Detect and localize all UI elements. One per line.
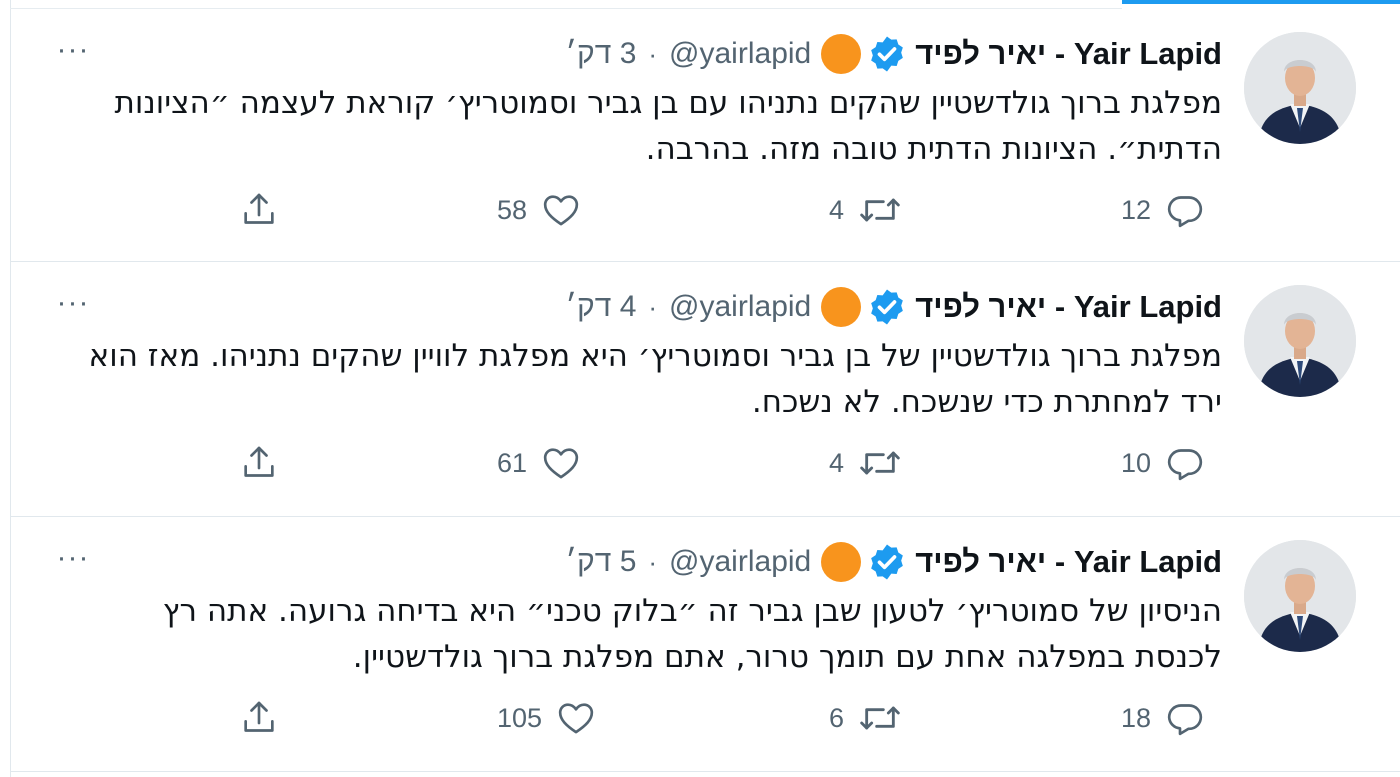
retweet-button[interactable]: 6 (829, 696, 902, 740)
affiliation-badge-icon (821, 542, 862, 582)
tweet[interactable]: יאיר לפיד - Yair Lapid @yairlapid · 5 דק… (11, 518, 1400, 772)
tweet-actions: 18 6 105 (11, 696, 1400, 740)
share-icon (244, 193, 274, 224)
affiliation-badge-icon (821, 34, 862, 74)
like-count: 105 (497, 702, 543, 733)
reply-count: 12 (1121, 194, 1152, 225)
reply-count: 18 (1121, 702, 1152, 733)
avatar-portrait-image (1244, 540, 1356, 652)
share-button[interactable] (239, 188, 279, 232)
author-handle[interactable]: @yairlapid (669, 290, 811, 324)
separator-dot: · (648, 546, 658, 577)
tweet-text: הניסיון של סמוטריץ׳ לטעון שבן גביר זה ״ב… (162, 593, 1222, 675)
tweet-actions: 10 4 61 (11, 441, 1400, 485)
retweet-count: 4 (829, 194, 845, 225)
more-options-icon[interactable]: ··· (51, 285, 95, 325)
heart-icon (543, 448, 579, 479)
reply-button[interactable]: 12 (1121, 188, 1205, 232)
tweet-feed: יאיר לפיד - Yair Lapid @yairlapid · 3 דק… (11, 10, 1400, 777)
author-name[interactable]: יאיר לפיד - Yair Lapid (915, 36, 1222, 72)
tweet-actions: 12 4 58 (11, 188, 1400, 232)
author-name[interactable]: יאיר לפיד - Yair Lapid (915, 544, 1222, 580)
like-button[interactable]: 58 (497, 188, 581, 232)
tweet[interactable]: יאיר לפיד - Yair Lapid @yairlapid · 4 דק… (11, 263, 1400, 517)
retweet-icon (860, 198, 900, 222)
like-count: 58 (497, 194, 528, 225)
tweet-header: יאיר לפיד - Yair Lapid @yairlapid · 3 דק… (565, 34, 1222, 74)
more-options-icon[interactable]: ··· (51, 540, 95, 580)
heart-icon (558, 703, 594, 734)
retweet-icon (860, 451, 900, 475)
share-button[interactable] (239, 441, 279, 485)
like-count: 61 (497, 447, 528, 478)
tweet-text: מפלגת ברוך גולדשטיין של בן גביר וסמוטריץ… (88, 338, 1222, 420)
like-button[interactable]: 105 (497, 696, 596, 740)
separator-dot: · (648, 291, 658, 322)
verified-badge-icon (871, 36, 904, 72)
reply-count: 10 (1121, 447, 1152, 478)
reply-icon (1167, 704, 1203, 736)
share-icon (244, 701, 274, 732)
tweet-timestamp[interactable]: 3 דק׳ (565, 37, 636, 71)
tweet-header: יאיר לפיד - Yair Lapid @yairlapid · 5 דק… (565, 542, 1222, 582)
tweet-timestamp[interactable]: 5 דק׳ (565, 545, 636, 579)
verified-badge-icon (871, 544, 904, 580)
tweet-header: יאיר לפיד - Yair Lapid @yairlapid · 4 דק… (565, 287, 1222, 327)
timeline-tab-indicator (1122, 0, 1400, 4)
retweet-count: 6 (829, 702, 845, 733)
tweet-timestamp[interactable]: 4 דק׳ (565, 290, 636, 324)
more-options-icon[interactable]: ··· (51, 32, 95, 72)
author-name[interactable]: יאיר לפיד - Yair Lapid (915, 289, 1222, 325)
retweet-button[interactable]: 4 (829, 188, 902, 232)
share-button[interactable] (239, 696, 279, 740)
affiliation-badge-icon (821, 287, 862, 327)
author-handle[interactable]: @yairlapid (669, 545, 811, 579)
retweet-button[interactable]: 4 (829, 441, 902, 485)
share-icon (244, 446, 274, 477)
tweet-text: מפלגת ברוך גולדשטיין שהקים נתניהו עם בן … (114, 85, 1222, 167)
retweet-icon (860, 706, 900, 730)
heart-icon (543, 195, 579, 226)
author-handle[interactable]: @yairlapid (669, 37, 811, 71)
verified-badge-icon (871, 289, 904, 325)
reply-icon (1167, 449, 1203, 481)
reply-button[interactable]: 10 (1121, 441, 1205, 485)
avatar[interactable] (1244, 540, 1356, 652)
avatar-portrait-image (1244, 285, 1356, 397)
retweet-count: 4 (829, 447, 845, 478)
reply-button[interactable]: 18 (1121, 696, 1205, 740)
tweet[interactable]: יאיר לפיד - Yair Lapid @yairlapid · 3 דק… (11, 10, 1400, 262)
reply-icon (1167, 196, 1203, 228)
avatar[interactable] (1244, 285, 1356, 397)
like-button[interactable]: 61 (497, 441, 581, 485)
avatar[interactable] (1244, 32, 1356, 144)
avatar-portrait-image (1244, 32, 1356, 144)
separator-dot: · (648, 38, 658, 69)
timeline-top-border (10, 8, 1122, 9)
